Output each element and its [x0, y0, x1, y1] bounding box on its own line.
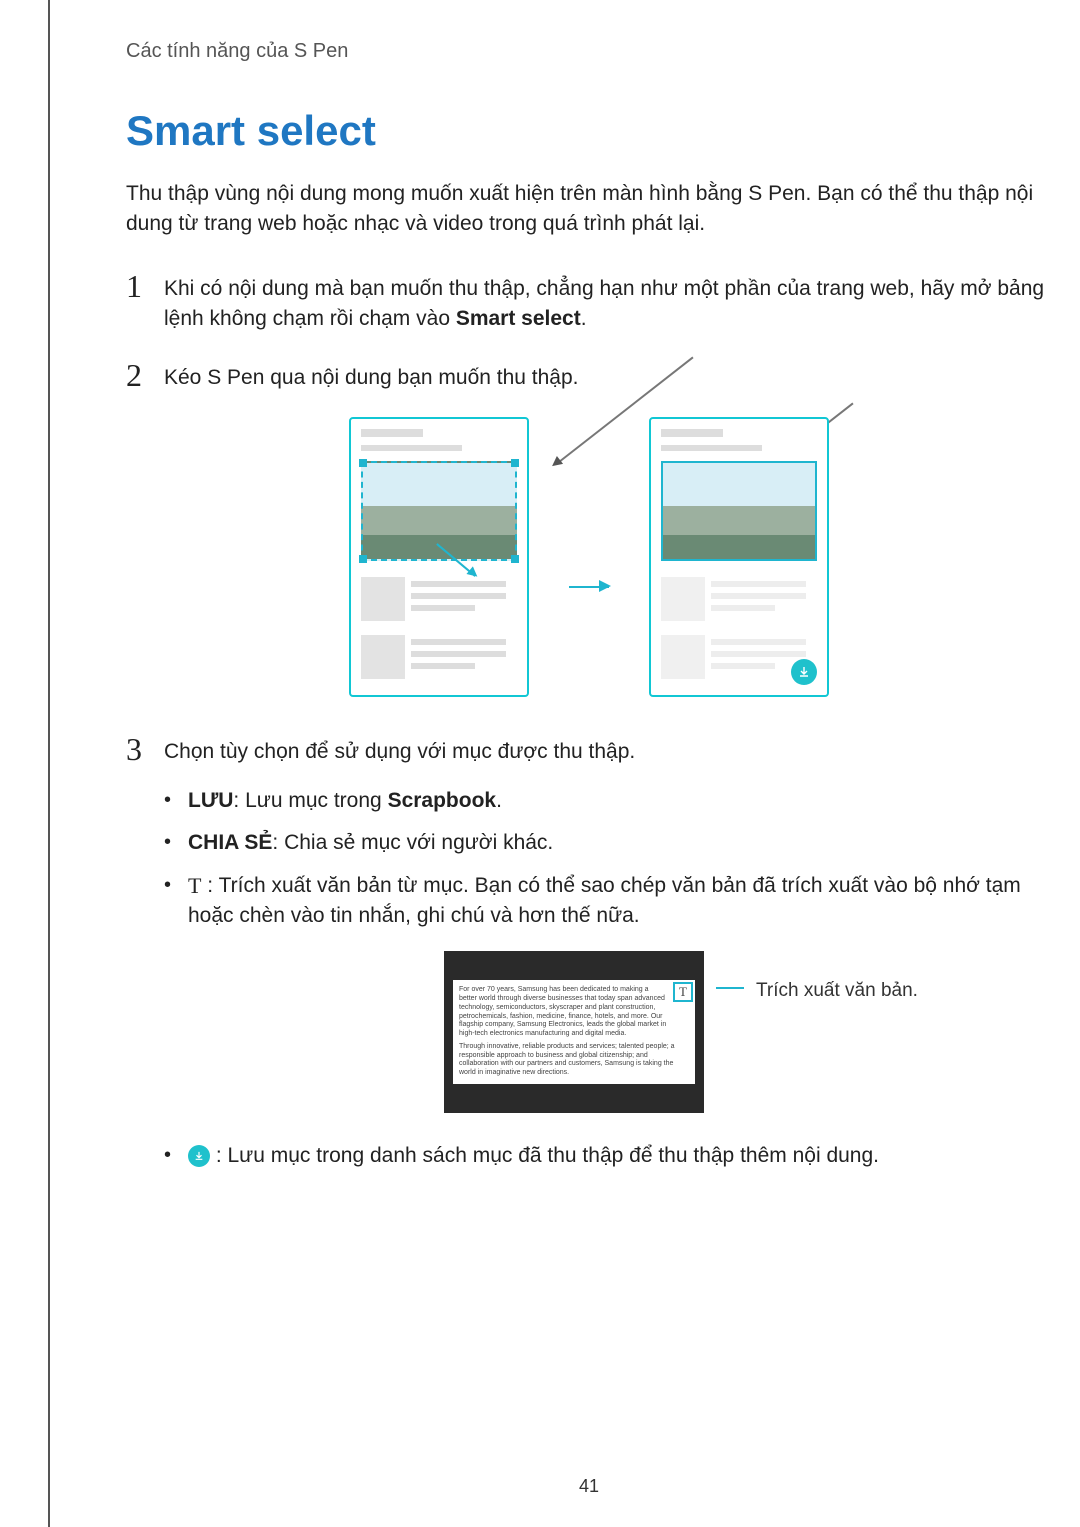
step-2: 2 Kéo S Pen qua nội dung bạn muốn thu th…	[126, 359, 1052, 393]
thumbnail	[661, 577, 705, 621]
figure-text-extract: T For over 70 years, Samsung has been de…	[444, 951, 1052, 1113]
bullet-extract-tail: : Trích xuất văn bản từ mục. Bạn có thể …	[188, 874, 1021, 927]
text-extract-icon: T	[188, 875, 201, 897]
bullet-share-tail: : Chia sẻ mục với người khác.	[272, 831, 553, 854]
sample-para-1: For over 70 years, Samsung has been dedi…	[459, 986, 689, 1039]
thumbnail	[361, 577, 405, 621]
download-icon	[188, 1145, 210, 1167]
bullet-save-bold: Scrapbook	[388, 789, 497, 812]
placeholder-line	[411, 639, 506, 645]
page-title: Smart select	[126, 107, 1052, 155]
bullet-save-tail-a: : Lưu mục trong	[233, 789, 387, 812]
step-body: Khi có nội dung mà bạn muốn thu thập, ch…	[164, 270, 1052, 335]
intro-paragraph: Thu thập vùng nội dung mong muốn xuất hi…	[126, 179, 1052, 240]
placeholder-line	[711, 639, 806, 645]
download-badge-icon	[791, 659, 817, 685]
step-body: Chọn tùy chọn để sử dụng với mục được th…	[164, 733, 1052, 1183]
resize-handle	[359, 459, 367, 467]
page-number: 41	[50, 1476, 1080, 1497]
step-3: 3 Chọn tùy chọn để sử dụng với mục được …	[126, 733, 1052, 1183]
step-number: 2	[126, 359, 148, 393]
sample-para-2: Through innovative, reliable products an…	[459, 1043, 689, 1078]
placeholder-line	[411, 605, 475, 611]
step-body: Kéo S Pen qua nội dung bạn muốn thu thập…	[164, 359, 1052, 393]
resize-handle	[511, 555, 519, 563]
thumbnail	[661, 635, 705, 679]
thumbnail-row	[661, 577, 817, 621]
step-1-bold: Smart select	[456, 307, 581, 330]
placeholder-line	[661, 429, 723, 437]
placeholder-line	[711, 651, 806, 657]
running-header: Các tính năng của S Pen	[126, 40, 1052, 63]
thumbnail-row	[361, 635, 517, 679]
thumbnail	[361, 635, 405, 679]
placeholder-line	[411, 663, 475, 669]
device-right	[649, 417, 829, 697]
placeholder-line	[661, 445, 762, 451]
placeholder-line	[411, 581, 506, 587]
placeholder-line	[711, 593, 806, 599]
device-left	[349, 417, 529, 697]
callout-line	[716, 987, 744, 989]
figure-drag-collect	[126, 417, 1052, 697]
step-1-text-b: .	[581, 307, 587, 330]
bullet-save: LƯU: Lưu mục trong Scrapbook.	[164, 786, 1052, 816]
placeholder-line	[411, 593, 506, 599]
placeholder-line	[411, 651, 506, 657]
callout-label: Trích xuất văn bản.	[756, 977, 918, 1005]
bullet-collect-more: : Lưu mục trong danh sách mục đã thu thậ…	[164, 1141, 1052, 1171]
bullet-save-label: LƯU	[188, 789, 233, 812]
placeholder-line	[361, 429, 423, 437]
placeholder-line	[711, 581, 806, 587]
step-1: 1 Khi có nội dung mà bạn muốn thu thập, …	[126, 270, 1052, 335]
bullet-share: CHIA SẺ: Chia sẻ mục với người khác.	[164, 828, 1052, 858]
arrow-right-icon	[569, 586, 609, 588]
placeholder-line	[361, 445, 462, 451]
placeholder-line	[711, 605, 775, 611]
bullet-share-label: CHIA SẺ	[188, 831, 272, 854]
text-extract-preview: T For over 70 years, Samsung has been de…	[444, 951, 704, 1113]
selection-area	[361, 461, 517, 561]
captured-image	[661, 461, 817, 561]
step-3-text: Chọn tùy chọn để sử dụng với mục được th…	[164, 740, 635, 763]
bullet-save-tail-b: .	[496, 789, 502, 812]
step-number: 3	[126, 733, 148, 1183]
resize-handle	[511, 459, 519, 467]
thumbnail-row	[361, 577, 517, 621]
placeholder-line	[711, 663, 775, 669]
extracted-text-area: T For over 70 years, Samsung has been de…	[453, 980, 695, 1084]
text-extract-button-icon: T	[673, 982, 693, 1002]
step-number: 1	[126, 270, 148, 335]
resize-handle	[359, 555, 367, 563]
drag-arrow-icon	[436, 543, 476, 577]
step-1-text-a: Khi có nội dung mà bạn muốn thu thập, ch…	[164, 277, 1044, 330]
bullet-extract-text: T : Trích xuất văn bản từ mục. Bạn có th…	[164, 871, 1052, 932]
bullet-collect-tail: : Lưu mục trong danh sách mục đã thu thậ…	[210, 1144, 879, 1167]
